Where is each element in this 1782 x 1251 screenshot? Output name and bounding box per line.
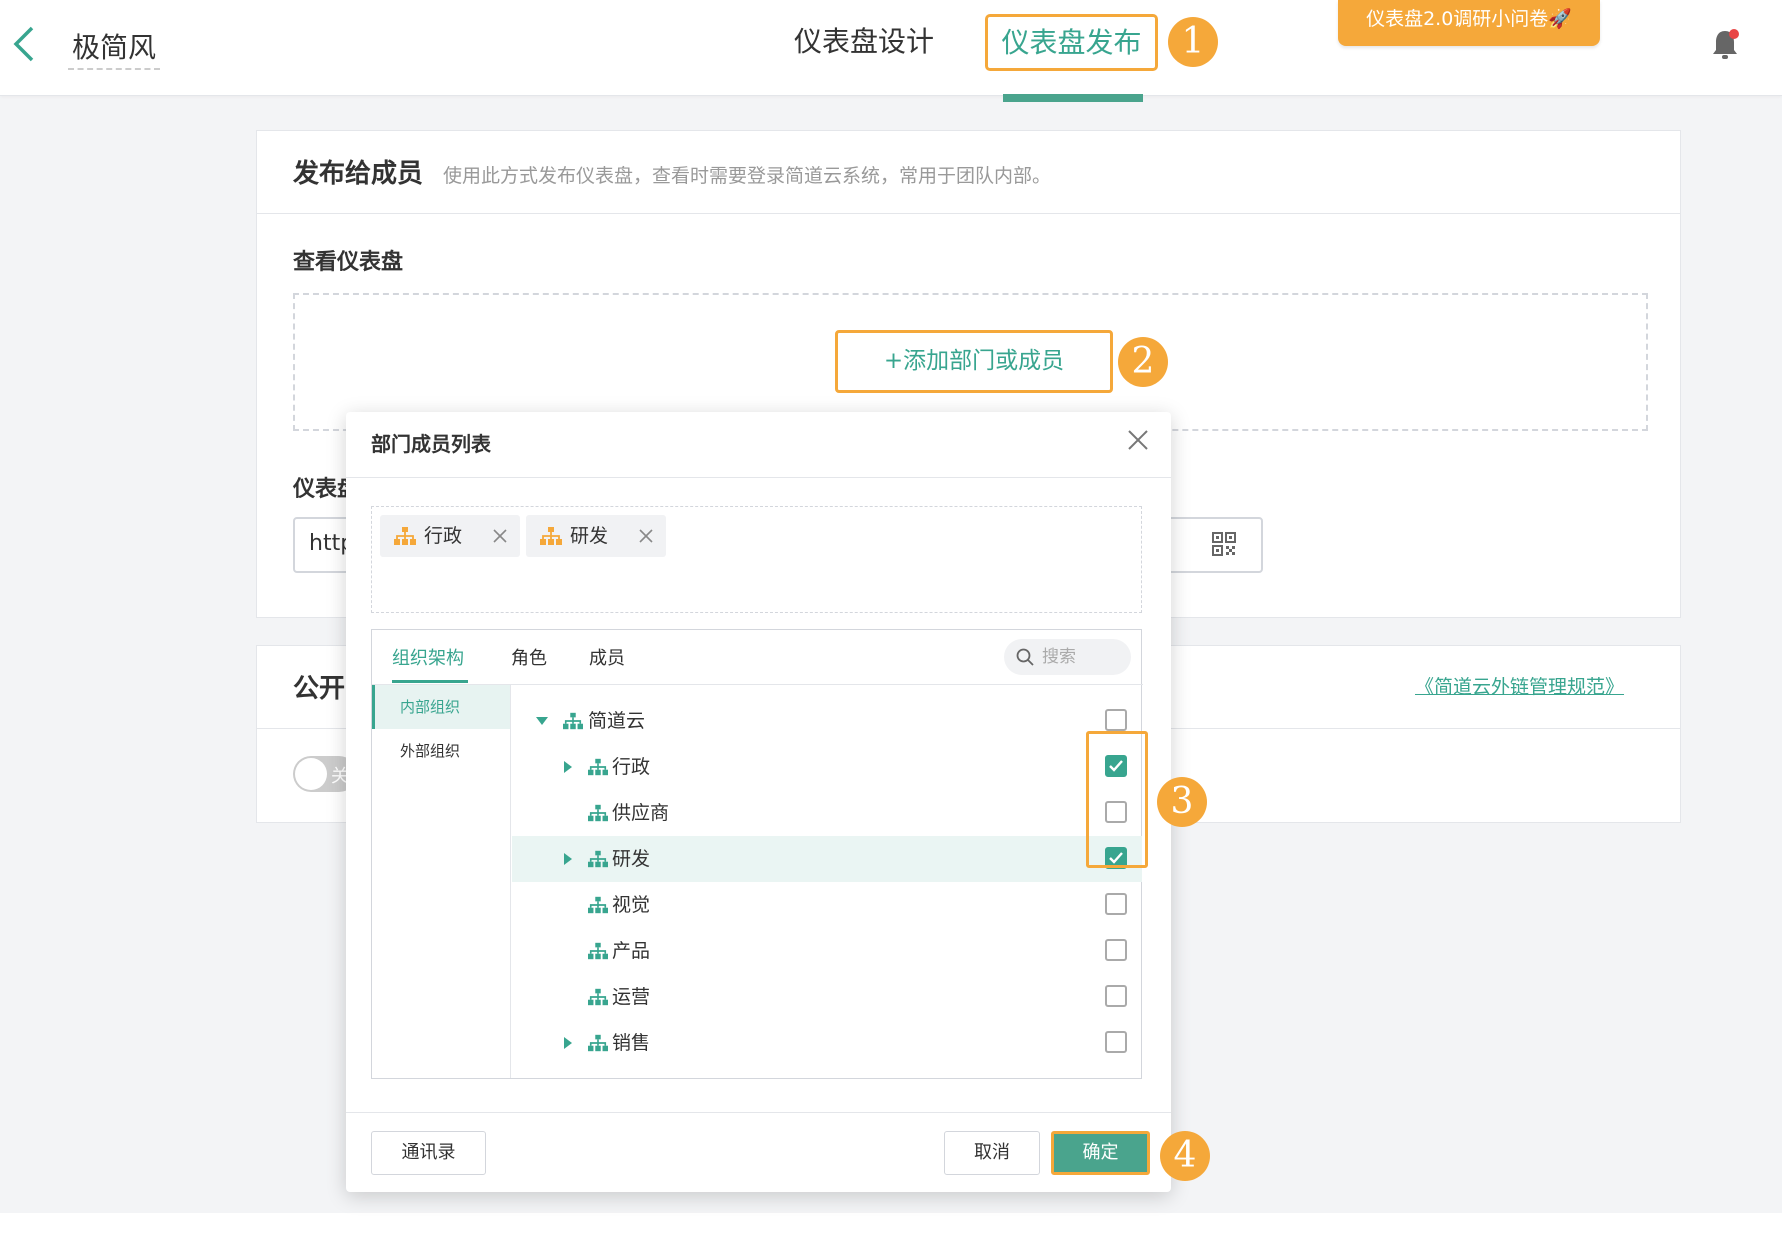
checkbox-sales[interactable] [1105,1031,1127,1053]
side-item-external-org[interactable]: 外部组织 [372,729,510,773]
org-icon [588,804,608,822]
selector-tabs: 组织架构 角色 成员 搜索 [372,630,1143,685]
caret-right-icon[interactable] [562,853,574,865]
tree-label: 研发 [612,848,651,870]
tab-roles[interactable]: 角色 [511,644,547,670]
qr-code-icon[interactable] [1212,532,1236,556]
step-marker-1: 1 [1168,17,1218,67]
divider [346,477,1171,478]
tree-label: 销售 [612,1032,651,1054]
tree-row-visual[interactable]: 视觉 [512,882,1142,928]
selected-tag: 行政 [380,515,520,557]
divider [346,1112,1171,1113]
selector-panel: 组织架构 角色 成员 搜索 内部组织 外部组织 简道云 行政 供应商 研发 视觉… [371,629,1143,1079]
step-marker-2: 2 [1118,337,1168,387]
tree-label: 运营 [612,986,651,1008]
org-icon [563,712,583,730]
checkbox-highlight-frame [1086,731,1148,868]
search-icon [1016,648,1034,666]
org-icon [588,850,608,868]
back-arrow-icon[interactable] [10,24,40,64]
tab-org-structure[interactable]: 组织架构 [392,644,464,670]
checkbox-visual[interactable] [1105,893,1127,915]
caret-right-icon[interactable] [562,761,574,773]
card-title: 发布给成员 [293,159,424,189]
tree-row-supplier[interactable]: 供应商 [512,790,1142,836]
step-marker-4: 4 [1160,1131,1210,1181]
side-item-internal-org[interactable]: 内部组织 [372,685,510,729]
org-icon [540,527,562,545]
survey-button[interactable]: 仪表盘2.0调研小问卷🚀 [1338,0,1600,46]
tree-row-jiandaoyun[interactable]: 简道云 [512,698,1142,744]
remove-tag-icon[interactable] [638,528,654,544]
notification-bell-icon[interactable] [1710,28,1740,60]
caret-down-icon[interactable] [536,715,548,727]
search-placeholder: 搜索 [1042,647,1076,667]
org-icon [588,942,608,960]
org-icon [588,758,608,776]
tree-label: 简道云 [588,710,646,732]
org-icon [588,988,608,1006]
cancel-button[interactable]: 取消 [944,1131,1040,1175]
tab-members[interactable]: 成员 [589,644,625,670]
tab-dashboard-design[interactable]: 仪表盘设计 [794,22,934,62]
selected-tag: 研发 [526,515,666,557]
tree-row-product[interactable]: 产品 [512,928,1142,974]
checkbox-operations[interactable] [1105,985,1127,1007]
tree-row-operations[interactable]: 运营 [512,974,1142,1020]
org-icon [588,896,608,914]
tag-label: 研发 [570,525,609,547]
caret-right-icon[interactable] [562,1037,574,1049]
dialog-title: 部门成员列表 [371,432,491,456]
checkbox-product[interactable] [1105,939,1127,961]
tree-label: 行政 [612,756,651,778]
public-title: 公开 [293,674,346,704]
tree-label: 视觉 [612,894,651,916]
tree-label: 产品 [612,940,651,962]
org-type-sidebar: 内部组织 外部组织 [372,685,511,1078]
checkbox-jiandaoyun[interactable] [1105,709,1127,731]
active-tab-indicator [1003,94,1143,102]
selected-items-box: 行政 研发 [371,506,1142,613]
search-input[interactable]: 搜索 [1004,639,1131,675]
dept-member-dialog: 部门成员列表 行政 研发 组织架构 角色 成员 搜索 内部组织 外部组织 简道云… [346,412,1171,1192]
external-link-policy-link[interactable]: 《简道云外链管理规范》 [1415,672,1624,699]
tree-row-rd[interactable]: 研发 [512,836,1142,882]
tree-label: 供应商 [612,802,670,824]
org-icon [394,527,416,545]
active-tab-underline [392,680,468,683]
tree-row-admin[interactable]: 行政 [512,744,1142,790]
step-marker-3: 3 [1157,777,1207,827]
add-dept-member-button[interactable]: +添加部门或成员 [835,330,1113,393]
tab-dashboard-publish[interactable]: 仪表盘发布 [985,14,1158,71]
tree-row-sales[interactable]: 销售 [512,1020,1142,1066]
page-footer [0,1213,1782,1251]
org-icon [588,1034,608,1052]
close-icon[interactable] [1126,428,1150,452]
contacts-button[interactable]: 通讯录 [371,1131,486,1175]
dashboard-name[interactable]: 极简风 [68,22,161,70]
remove-tag-icon[interactable] [492,528,508,544]
toggle-knob [295,758,327,790]
top-bar: 极简风 仪表盘设计 仪表盘发布 仪表盘2.0调研小问卷🚀 [0,0,1782,102]
view-dashboard-label: 查看仪表盘 [293,250,404,275]
card-header: 发布给成员 使用此方式发布仪表盘，查看时需要登录简道云系统，常用于团队内部。 [257,131,1680,214]
card-description: 使用此方式发布仪表盘，查看时需要登录简道云系统，常用于团队内部。 [443,165,1052,187]
tag-label: 行政 [424,525,463,547]
confirm-button[interactable]: 确定 [1051,1131,1150,1175]
